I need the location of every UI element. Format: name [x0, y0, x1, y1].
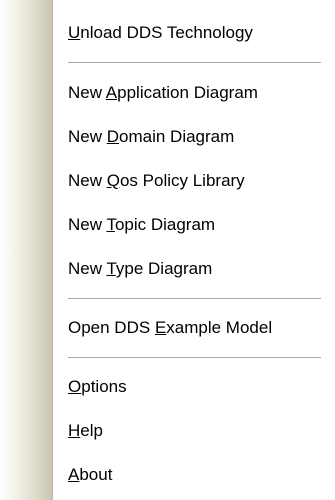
- menu-item-label: New: [68, 259, 107, 278]
- menu-item-accelerator: T: [106, 259, 116, 278]
- menu-item-open-dds-example-model[interactable]: Open DDS Example Model: [68, 313, 272, 343]
- menu-item-accelerator: D: [106, 127, 120, 146]
- menu-item-new-application-diagram[interactable]: New Application Diagram: [68, 78, 258, 108]
- menu-item-accelerator: E: [154, 318, 167, 337]
- menu-item-label: bout: [79, 465, 113, 484]
- menu-item-new-topic-diagram[interactable]: New Topic Diagram: [68, 210, 215, 240]
- menu-separator: [68, 62, 321, 63]
- menu-item-accelerator: A: [68, 465, 80, 484]
- menu-item-label: New: [68, 215, 107, 234]
- menu-item-unload-dds-technology[interactable]: Unload DDS Technology: [68, 18, 253, 48]
- menu-item-options[interactable]: Options: [68, 372, 127, 402]
- menu-item-label: pplication Diagram: [117, 83, 258, 102]
- menu-icon-gutter: [0, 0, 52, 500]
- menu-item-label: New: [68, 171, 107, 190]
- menu-item-new-type-diagram[interactable]: New Type Diagram: [68, 254, 212, 284]
- menu-item-accelerator: O: [68, 377, 82, 396]
- menu-item-accelerator: U: [68, 23, 81, 42]
- menu-gutter-edge: [52, 0, 53, 500]
- menu-item-help[interactable]: Help: [68, 416, 103, 446]
- menu-item-new-qos-policy-library[interactable]: New Qos Policy Library: [68, 166, 245, 196]
- menu-item-label: nload DDS Technology: [80, 23, 253, 42]
- menu-item-label: Open DDS: [68, 318, 155, 337]
- menu-item-about[interactable]: About: [68, 460, 112, 490]
- menu-item-label: New: [68, 83, 106, 102]
- menu-item-accelerator: A: [105, 83, 118, 102]
- menu-item-new-domain-diagram[interactable]: New Domain Diagram: [68, 122, 234, 152]
- menu-item-label: xample Model: [166, 318, 273, 337]
- menu-item-accelerator: T: [106, 215, 115, 234]
- menu-item-accelerator: H: [68, 421, 81, 440]
- menu-item-accelerator: Q: [106, 171, 120, 190]
- menu-separator: [68, 298, 321, 299]
- menu-separator: [68, 357, 321, 358]
- menu-item-label: ptions: [81, 377, 127, 396]
- context-menu: Unload DDS Technology New Application Di…: [0, 0, 335, 500]
- menu-item-label: elp: [80, 421, 103, 440]
- menu-item-label: ype Diagram: [115, 259, 213, 278]
- menu-item-label: os Policy Library: [119, 171, 245, 190]
- menu-item-label: opic Diagram: [114, 215, 216, 234]
- menu-item-label: New: [68, 127, 107, 146]
- menu-item-label: omain Diagram: [119, 127, 235, 146]
